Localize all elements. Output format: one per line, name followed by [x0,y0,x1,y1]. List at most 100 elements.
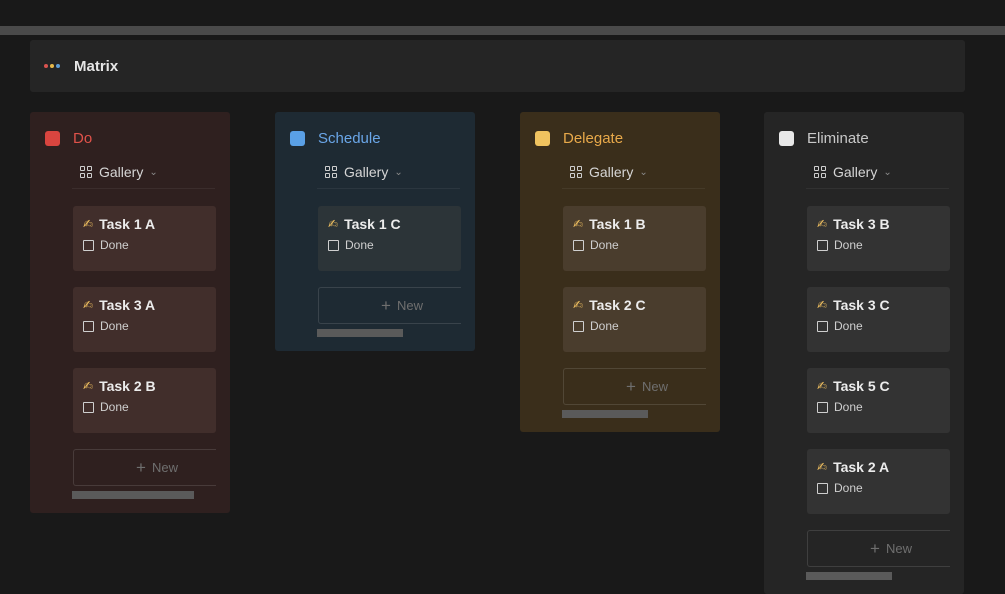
done-checkbox[interactable] [573,239,584,251]
gallery-view-selector[interactable]: Gallery ⌄ [562,158,705,189]
gallery-grid-icon [80,166,92,178]
top-scroll-bar[interactable] [0,26,1005,35]
column-header[interactable]: Schedule [290,130,381,147]
task-card[interactable]: ✍ Task 2 C Done [563,287,706,352]
plus-icon: + [870,538,880,558]
writing-hand-icon: ✍ [573,298,584,312]
done-checkbox[interactable] [817,482,828,494]
task-title: Task 2 A [833,459,890,475]
chevron-down-icon: ⌄ [883,167,892,178]
column-eliminate: Eliminate Gallery ⌄ ✍ Task 3 B Done ✍ Task 3 C D… [764,112,964,594]
writing-hand-icon: ✍ [83,298,94,312]
done-label: Done [834,238,863,252]
plus-icon: + [136,457,146,477]
new-card-button[interactable]: + New [73,449,216,486]
scrollbar-thumb[interactable] [317,329,403,337]
done-checkbox[interactable] [83,239,94,251]
done-checkbox[interactable] [328,239,339,251]
task-title: Task 3 A [99,297,156,313]
chevron-down-icon: ⌄ [149,167,158,178]
gallery-grid-icon [570,166,582,178]
column-title: Do [73,130,93,147]
task-card[interactable]: ✍ Task 2 B Done [73,368,216,433]
view-label: Gallery [833,164,878,180]
new-label: New [641,379,668,394]
done-checkbox[interactable] [817,320,828,332]
column-title: Delegate [563,130,624,147]
done-label: Done [590,238,619,252]
view-label: Gallery [589,164,634,180]
done-label: Done [834,319,863,333]
task-card[interactable]: ✍ Task 1 B Done [563,206,706,271]
task-title: Task 2 C [589,297,646,313]
column-header[interactable]: Eliminate [779,130,869,147]
plus-icon: + [626,376,636,396]
task-title: Task 3 B [833,216,890,232]
dot-2 [50,64,54,68]
writing-hand-icon: ✍ [328,217,339,231]
task-title: Task 3 C [833,297,890,313]
gallery-view-selector[interactable]: Gallery ⌄ [806,158,949,189]
task-card[interactable]: ✍ Task 3 C Done [807,287,950,352]
task-title: Task 5 C [833,378,890,394]
scrollbar-thumb[interactable] [562,410,648,418]
done-label: Done [590,319,619,333]
color-swatch-icon [290,131,305,146]
task-title: Task 2 B [99,378,156,394]
done-label: Done [100,238,129,252]
writing-hand-icon: ✍ [817,298,828,312]
column-header[interactable]: Delegate [535,130,623,147]
gallery-grid-icon [814,166,826,178]
writing-hand-icon: ✍ [817,460,828,474]
done-label: Done [100,319,129,333]
writing-hand-icon: ✍ [573,217,584,231]
horizontal-scrollbar[interactable] [562,410,705,418]
color-swatch-icon [45,131,60,146]
gallery-grid-icon [325,166,337,178]
scrollbar-thumb[interactable] [806,572,892,580]
task-card[interactable]: ✍ Task 2 A Done [807,449,950,514]
new-label: New [885,541,912,556]
dot-1 [44,64,48,68]
gallery-view-selector[interactable]: Gallery ⌄ [317,158,460,189]
task-card[interactable]: ✍ Task 3 B Done [807,206,950,271]
task-card[interactable]: ✍ Task 3 A Done [73,287,216,352]
chevron-down-icon: ⌄ [394,167,403,178]
new-label: New [396,298,423,313]
done-checkbox[interactable] [573,320,584,332]
page-title: Matrix [74,57,119,75]
column-title: Eliminate [807,130,869,147]
new-card-button[interactable]: + New [318,287,461,324]
task-card[interactable]: ✍ Task 1 A Done [73,206,216,271]
writing-hand-icon: ✍ [817,379,828,393]
color-swatch-icon [779,131,794,146]
done-checkbox[interactable] [83,401,94,413]
done-checkbox[interactable] [83,320,94,332]
view-label: Gallery [99,164,144,180]
chevron-down-icon: ⌄ [639,167,648,178]
done-checkbox[interactable] [817,239,828,251]
horizontal-scrollbar[interactable] [317,329,460,337]
done-checkbox[interactable] [817,401,828,413]
task-card[interactable]: ✍ Task 5 C Done [807,368,950,433]
new-label: New [151,460,178,475]
new-card-button[interactable]: + New [563,368,706,405]
horizontal-scrollbar[interactable] [72,491,215,499]
task-title: Task 1 B [589,216,646,232]
column-header[interactable]: Do [45,130,92,147]
writing-hand-icon: ✍ [83,379,94,393]
task-card[interactable]: ✍ Task 1 C Done [318,206,461,271]
scrollbar-thumb[interactable] [72,491,194,499]
gallery-view-selector[interactable]: Gallery ⌄ [72,158,215,189]
page-header: Matrix [30,40,965,92]
writing-hand-icon: ✍ [817,217,828,231]
column-do: Do Gallery ⌄ ✍ Task 1 A Done ✍ Task 3 A Done ✍ Tas… [30,112,230,513]
done-label: Done [834,481,863,495]
new-card-button[interactable]: + New [807,530,950,567]
task-title: Task 1 A [99,216,156,232]
task-title: Task 1 C [344,216,401,232]
horizontal-scrollbar[interactable] [806,572,949,580]
view-label: Gallery [344,164,389,180]
color-swatch-icon [535,131,550,146]
writing-hand-icon: ✍ [83,217,94,231]
